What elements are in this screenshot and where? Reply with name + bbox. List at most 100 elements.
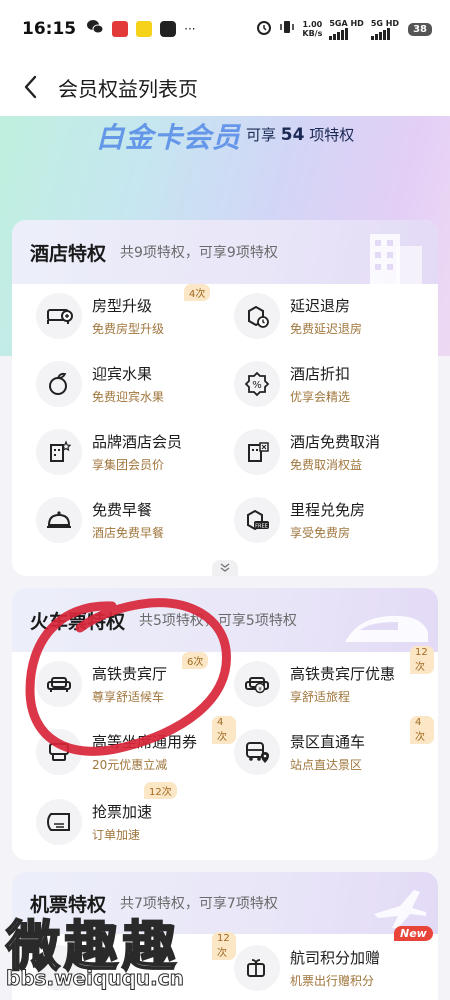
app-notification-icon xyxy=(112,21,129,37)
privilege-item-rail-lounge[interactable]: 高铁贵宾厅 尊享舒适候车 6次 xyxy=(36,652,236,714)
item-name: 酒店免费取消 xyxy=(290,433,381,451)
item-desc: 享舒适旅程 xyxy=(290,690,351,704)
usage-badge: 6次 xyxy=(182,652,209,669)
item-name: 房型升级 xyxy=(92,297,153,315)
network-speed: 1.00 KB/s xyxy=(302,20,323,38)
item-name: 景区直通车 xyxy=(290,733,366,751)
watermark-url: bbs.weiququ.cn xyxy=(6,966,185,991)
back-button[interactable] xyxy=(10,67,50,107)
section-title: 火车票特权 xyxy=(30,610,126,633)
page-title: 会员权益列表页 xyxy=(58,76,198,101)
item-name: 酒店折扣 xyxy=(290,365,351,383)
privilege-item-airline-points[interactable]: 航司积分加赠 机票出行赠积分 New xyxy=(234,926,434,998)
item-desc: 20元优惠立减 xyxy=(92,758,168,772)
item-desc: 站点直达景区 xyxy=(290,758,363,772)
item-name: 高等坐席通用券 xyxy=(92,733,198,751)
item-desc: 享集团会员价 xyxy=(92,458,165,472)
section-subtitle: 共9项特权，可享9项特权 xyxy=(120,245,278,261)
train-privileges-section: 火车票特权 共5项特权，可享5项特权 高铁贵宾厅 尊享舒适候车 6次 ¥ 高铁贵… xyxy=(12,588,438,860)
privilege-item-late-checkout[interactable]: 延迟退房 免费延迟退房 xyxy=(234,286,434,346)
airline-points-icon xyxy=(234,945,280,991)
section-title: 酒店特权 xyxy=(30,242,107,265)
item-name: 延迟退房 xyxy=(290,297,351,315)
privilege-item-rail-lounge-discount[interactable]: ¥ 高铁贵宾厅优惠 享舒适旅程 12次 xyxy=(234,646,434,714)
section-header: 酒店特权 共9项特权，可享9项特权 xyxy=(12,220,438,284)
shuttle-bus-icon xyxy=(234,729,280,775)
item-name: 里程兑免房 xyxy=(290,501,366,519)
item-name: 高铁贵宾厅优惠 xyxy=(290,665,396,683)
building-icon xyxy=(370,234,422,284)
sofa-discount-icon: ¥ xyxy=(234,661,280,707)
breakfast-icon xyxy=(36,497,82,543)
privilege-item-ticket-speedup[interactable]: 抢票加速 订单加速 12次 xyxy=(36,782,236,852)
usage-badge: 12次 xyxy=(410,646,434,674)
nav-bar: 会员权益列表页 xyxy=(0,58,450,116)
item-name: 免费早餐 xyxy=(92,501,153,519)
item-name: 抢票加速 xyxy=(92,803,153,821)
vibrate-icon xyxy=(279,19,295,39)
item-desc: 酒店免费早餐 xyxy=(92,526,165,540)
svg-text:%: % xyxy=(252,380,262,391)
item-name: 迎宾水果 xyxy=(92,365,153,383)
item-name: 高铁贵宾厅 xyxy=(92,665,168,683)
sim1-signal: 5GA HD xyxy=(329,19,364,40)
item-desc: 尊享舒适候车 xyxy=(92,690,165,704)
usage-badge: 12次 xyxy=(144,782,177,799)
privilege-item-room-upgrade[interactable]: 房型升级 免费房型升级 4次 xyxy=(36,284,236,346)
free-cancel-icon xyxy=(234,429,280,475)
privilege-item-welcome-fruit[interactable]: 迎宾水果 免费迎宾水果 xyxy=(36,354,236,414)
app-notification-icon-3 xyxy=(160,21,177,37)
chevron-left-icon xyxy=(24,75,37,99)
discount-icon: % xyxy=(234,361,280,407)
expand-toggle[interactable] xyxy=(212,560,238,576)
sofa-icon xyxy=(36,661,82,707)
privilege-summary: 可享 54 项特权 xyxy=(246,125,355,145)
item-desc: 免费迎宾水果 xyxy=(92,390,165,404)
item-desc: 免费房型升级 xyxy=(92,322,165,336)
train-icon xyxy=(345,615,428,642)
item-name: 航司积分加赠 xyxy=(290,949,381,967)
card-level-title: 白金卡会员 xyxy=(96,121,242,154)
section-subtitle: 共5项特权，可享5项特权 xyxy=(139,613,297,629)
privilege-item-hotel-discount[interactable]: % 酒店折扣 优享会精选 xyxy=(234,354,434,414)
privilege-item-mileage-room[interactable]: FREE 里程兑免房 享受免费房 xyxy=(234,490,434,550)
privilege-item-scenic-shuttle[interactable]: 景区直通车 站点直达景区 4次 xyxy=(234,716,434,782)
bed-upgrade-icon xyxy=(36,293,82,339)
item-desc: 机票出行赠积分 xyxy=(290,974,375,988)
status-time: 16:15 xyxy=(22,19,77,39)
privilege-item-seat-coupon[interactable]: 高等坐席通用券 20元优惠立减 4次 xyxy=(36,716,236,782)
usage-badge: 4次 xyxy=(212,716,236,744)
hotel-member-icon xyxy=(36,429,82,475)
svg-text:FREE: FREE xyxy=(255,524,268,530)
app-notification-icon-2 xyxy=(136,21,153,37)
battery-level: 38 xyxy=(408,22,432,36)
hotel-privileges-section: 酒店特权 共9项特权，可享9项特权 房型升级 免费房型升级 4次 延迟退房 免费… xyxy=(12,220,438,576)
new-badge: New xyxy=(394,926,433,941)
item-desc: 订单加速 xyxy=(92,828,141,842)
privilege-item-free-breakfast[interactable]: 免费早餐 酒店免费早餐 xyxy=(36,490,236,550)
item-desc: 享受免费房 xyxy=(290,526,351,540)
section-header: 火车票特权 共5项特权，可享5项特权 xyxy=(12,588,438,652)
site-watermark: 微趣趣 bbs.weiququ.cn xyxy=(0,900,230,1000)
wechat-icon xyxy=(86,19,104,39)
svg-text:¥: ¥ xyxy=(258,686,262,693)
ticket-speed-icon xyxy=(36,799,82,845)
free-room-icon: FREE xyxy=(234,497,280,543)
usage-badge: 4次 xyxy=(410,716,434,744)
more-notifications-icon: ··· xyxy=(184,22,196,36)
fruit-icon xyxy=(36,361,82,407)
privilege-item-free-cancel[interactable]: 酒店免费取消 免费取消权益 xyxy=(234,422,434,482)
item-desc: 优享会精选 xyxy=(290,390,351,404)
item-name: 品牌酒店会员 xyxy=(92,433,183,451)
seat-coupon-icon xyxy=(36,729,82,775)
item-desc: 免费取消权益 xyxy=(290,458,363,472)
item-desc: 免费延迟退房 xyxy=(290,322,363,336)
double-chevron-down-icon xyxy=(220,563,230,572)
alarm-icon xyxy=(256,19,272,39)
privilege-item-brand-member[interactable]: 品牌酒店会员 享集团会员价 xyxy=(36,422,236,482)
usage-badge: 4次 xyxy=(184,284,211,301)
status-bar: 16:15 ··· 1.00 KB/s 5GA HD 5G HD 38 xyxy=(0,0,450,58)
late-checkout-icon xyxy=(234,293,280,339)
privilege-count: 54 xyxy=(280,125,305,145)
sim2-signal: 5G HD xyxy=(370,19,399,40)
